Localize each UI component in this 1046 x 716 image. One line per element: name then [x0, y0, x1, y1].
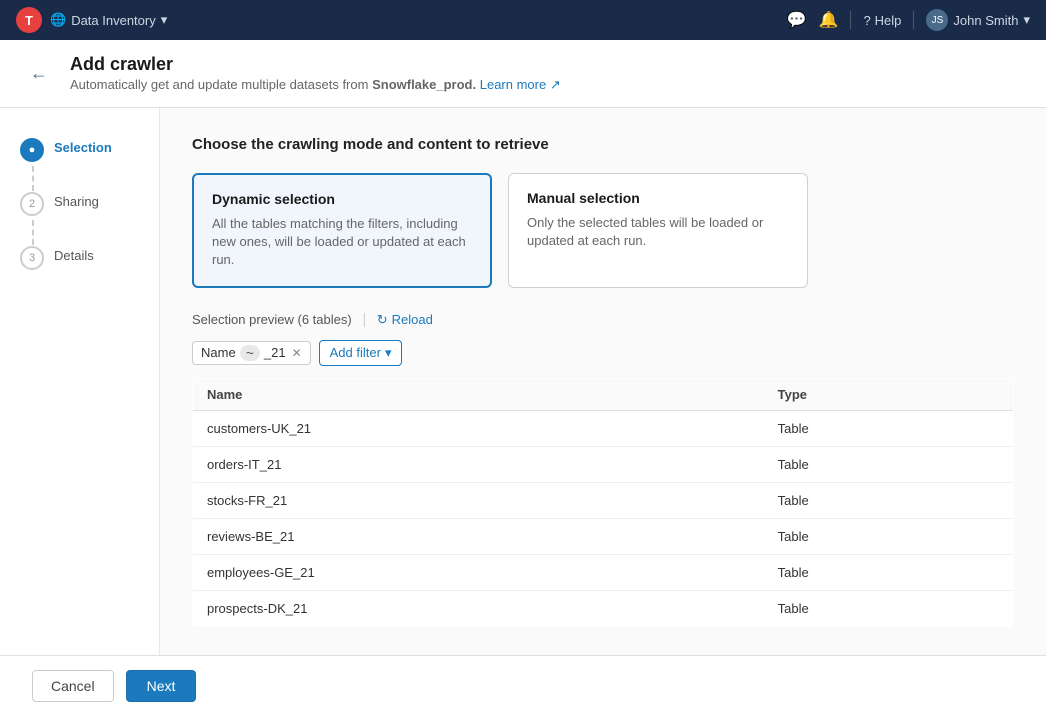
- cell-name: stocks-FR_21: [193, 482, 764, 518]
- table-row: reviews-BE_21 Table: [193, 518, 1014, 554]
- table-header: Name Type: [193, 378, 1014, 410]
- brand-chevron-icon: ▾: [161, 12, 168, 28]
- step-3: 3 Details: [20, 246, 139, 270]
- step-2: 2 Sharing: [20, 192, 139, 246]
- steps-sidebar: ● Selection 2 Sharing 3 Details: [0, 108, 160, 655]
- step-1-circle: ●: [20, 138, 44, 162]
- dynamic-card-desc: All the tables matching the filters, inc…: [212, 215, 472, 270]
- filter-name-label: Name: [201, 345, 236, 360]
- check-icon: ●: [29, 144, 36, 156]
- table-body: customers-UK_21 Table orders-IT_21 Table…: [193, 410, 1014, 626]
- step-2-circle: 2: [20, 192, 44, 216]
- cell-type: Table: [764, 482, 1014, 518]
- user-menu[interactable]: JS John Smith ▾: [926, 9, 1030, 31]
- cell-type: Table: [764, 518, 1014, 554]
- help-link[interactable]: ? Help: [863, 13, 901, 28]
- table-row: orders-IT_21 Table: [193, 446, 1014, 482]
- dynamic-selection-card[interactable]: Dynamic selection All the tables matchin…: [192, 173, 492, 288]
- preview-divider: [364, 313, 365, 327]
- step-3-label[interactable]: Details: [54, 246, 94, 263]
- step-3-circle: 3: [20, 246, 44, 270]
- brand-link[interactable]: 🌐 Data Inventory ▾: [50, 12, 167, 28]
- col-name: Name: [193, 378, 764, 410]
- filter-tilde-badge: ~: [240, 345, 260, 361]
- add-filter-button[interactable]: Add filter ▾: [319, 340, 403, 366]
- page-title: Add crawler: [70, 54, 561, 75]
- nav-left: T 🌐 Data Inventory ▾: [16, 7, 167, 33]
- cell-name: employees-GE_21: [193, 554, 764, 590]
- cell-type: Table: [764, 446, 1014, 482]
- preview-header: Selection preview (6 tables) ↻ Reload: [192, 312, 1014, 328]
- cell-name: reviews-BE_21: [193, 518, 764, 554]
- main-layout: ● Selection 2 Sharing 3 Details Choose t…: [0, 108, 1046, 655]
- page-subtitle: Automatically get and update multiple da…: [70, 77, 561, 93]
- avatar: JS: [926, 9, 948, 31]
- app-logo[interactable]: T: [16, 7, 42, 33]
- manual-card-title: Manual selection: [527, 190, 789, 206]
- col-type: Type: [764, 378, 1014, 410]
- cell-name: orders-IT_21: [193, 446, 764, 482]
- step-2-label[interactable]: Sharing: [54, 192, 99, 209]
- next-button[interactable]: Next: [126, 670, 197, 702]
- cell-type: Table: [764, 554, 1014, 590]
- page-footer: Cancel Next: [0, 655, 1046, 716]
- table-row: customers-UK_21 Table: [193, 410, 1014, 446]
- external-link-icon: ↗: [550, 77, 561, 92]
- globe-icon: 🌐: [50, 12, 66, 28]
- user-chevron-icon: ▾: [1023, 12, 1030, 28]
- table-row: employees-GE_21 Table: [193, 554, 1014, 590]
- nav-divider-2: [913, 11, 914, 29]
- content-title: Choose the crawling mode and content to …: [192, 136, 1014, 153]
- cell-name: prospects-DK_21: [193, 590, 764, 626]
- dynamic-card-title: Dynamic selection: [212, 191, 472, 207]
- selection-cards: Dynamic selection All the tables matchin…: [192, 173, 1014, 288]
- filter-tag: Name ~ _21 ✕: [192, 341, 311, 365]
- header-text: Add crawler Automatically get and update…: [70, 54, 561, 93]
- chat-icon[interactable]: 💬: [787, 10, 807, 30]
- learn-more-link[interactable]: Learn more ↗: [480, 77, 561, 92]
- cancel-button[interactable]: Cancel: [32, 670, 114, 702]
- help-circle-icon: ?: [863, 13, 870, 28]
- table-row: stocks-FR_21 Table: [193, 482, 1014, 518]
- top-nav: T 🌐 Data Inventory ▾ 💬 🔔 ? Help JS John …: [0, 0, 1046, 40]
- manual-card-desc: Only the selected tables will be loaded …: [527, 214, 789, 250]
- reload-button[interactable]: ↻ Reload: [377, 312, 433, 328]
- nav-right: 💬 🔔 ? Help JS John Smith ▾: [787, 9, 1030, 31]
- cell-type: Table: [764, 590, 1014, 626]
- cell-type: Table: [764, 410, 1014, 446]
- header-bar: ← Add crawler Automatically get and upda…: [0, 40, 1046, 108]
- preview-label: Selection preview (6 tables): [192, 312, 352, 327]
- filter-value[interactable]: _21: [264, 345, 286, 360]
- tilde-icon: ~: [246, 345, 254, 361]
- manual-selection-card[interactable]: Manual selection Only the selected table…: [508, 173, 808, 288]
- table-row: prospects-DK_21 Table: [193, 590, 1014, 626]
- step-1: ● Selection: [20, 138, 139, 192]
- step-1-label[interactable]: Selection: [54, 138, 112, 155]
- bell-icon[interactable]: 🔔: [819, 10, 839, 30]
- filter-close-icon[interactable]: ✕: [292, 346, 302, 360]
- back-button[interactable]: ←: [24, 61, 54, 86]
- nav-divider: [850, 11, 851, 29]
- data-table: Name Type customers-UK_21 Table orders-I…: [192, 378, 1014, 627]
- cell-name: customers-UK_21: [193, 410, 764, 446]
- add-filter-chevron-icon: ▾: [385, 345, 392, 361]
- reload-icon: ↻: [377, 312, 388, 328]
- filter-row: Name ~ _21 ✕ Add filter ▾: [192, 340, 1014, 366]
- content-area: Choose the crawling mode and content to …: [160, 108, 1046, 655]
